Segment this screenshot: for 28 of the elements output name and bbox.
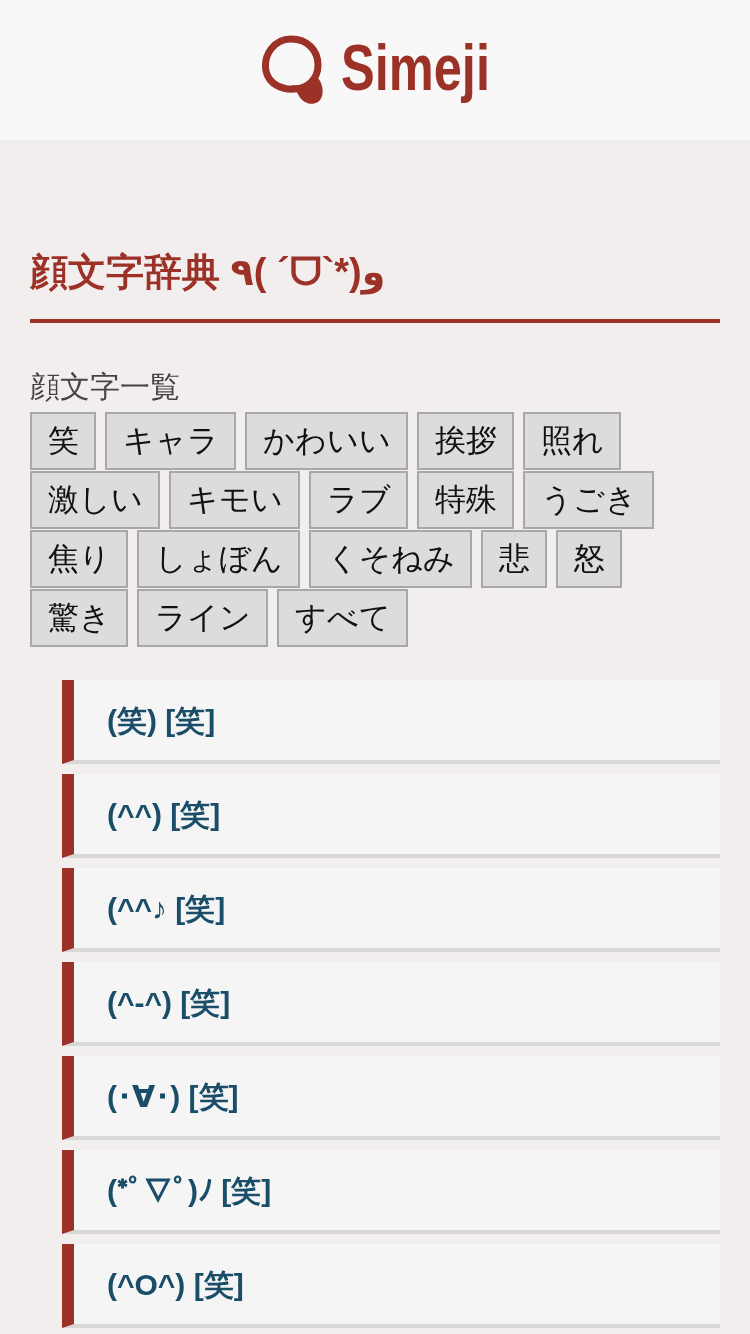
- category-button[interactable]: ライン: [137, 589, 268, 647]
- category-button[interactable]: 怒: [556, 530, 622, 588]
- category-button[interactable]: くそねみ: [309, 530, 472, 588]
- category-button[interactable]: 焦り: [30, 530, 128, 588]
- category-button[interactable]: かわいい: [245, 412, 408, 470]
- category-button[interactable]: 悲: [481, 530, 547, 588]
- category-button[interactable]: 笑: [30, 412, 96, 470]
- category-button[interactable]: うごき: [523, 471, 654, 529]
- category-button[interactable]: 照れ: [523, 412, 621, 470]
- kaomoji-item[interactable]: (^-^) [笑]: [62, 962, 720, 1046]
- category-button[interactable]: 驚き: [30, 589, 128, 647]
- page-title: 顔文字辞典 ٩( ´ᗜ`*)و: [30, 250, 386, 295]
- category-button[interactable]: ラブ: [309, 471, 408, 529]
- speech-bubble-icon[interactable]: [261, 35, 325, 105]
- kaomoji-item[interactable]: (^O^) [笑]: [62, 1244, 720, 1328]
- kaomoji-item[interactable]: (^^) [笑]: [62, 774, 720, 858]
- kaomoji-item[interactable]: (*ﾟ∇ﾟ)ﾉ [笑]: [62, 1150, 720, 1234]
- section-heading: 顔文字一覧: [30, 369, 180, 405]
- category-button[interactable]: 挨拶: [417, 412, 514, 470]
- category-button[interactable]: しょぼん: [137, 530, 300, 588]
- category-button[interactable]: キモい: [169, 471, 300, 529]
- category-button[interactable]: 激しい: [30, 471, 160, 529]
- kaomoji-item[interactable]: (^^♪ [笑]: [62, 868, 720, 952]
- category-button[interactable]: キャラ: [105, 412, 236, 470]
- kaomoji-item[interactable]: (笑) [笑]: [62, 680, 720, 764]
- kaomoji-item[interactable]: (･∀･) [笑]: [62, 1056, 720, 1140]
- category-button[interactable]: 特殊: [417, 471, 514, 529]
- category-button[interactable]: すべて: [277, 589, 408, 647]
